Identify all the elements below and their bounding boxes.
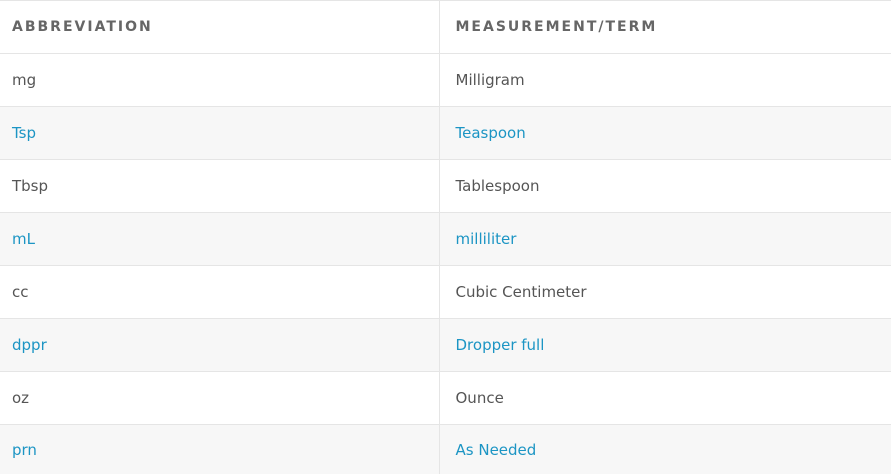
column-header-abbreviation: ABBREVIATION	[0, 0, 439, 54]
term-text: Teaspoon	[455, 124, 526, 142]
term-cell: Tablespoon	[438, 159, 891, 213]
abbreviation-cell: cc	[0, 265, 439, 319]
term-text: milliliter	[455, 230, 517, 248]
term-text: Dropper full	[455, 336, 545, 354]
abbreviation-text: cc	[12, 283, 29, 301]
term-cell: Ounce	[438, 371, 891, 425]
abbreviation-text: mL	[12, 230, 35, 248]
abbreviation-cell: Tsp	[0, 106, 439, 160]
table-row: dppr Dropper full	[0, 318, 891, 372]
abbreviation-cell: oz	[0, 371, 439, 425]
term-cell: milliliter	[438, 212, 891, 266]
table-header-row: ABBREVIATION MEASUREMENT/TERM	[0, 0, 891, 54]
table-row: prn As Needed	[0, 424, 891, 474]
abbreviation-cell: Tbsp	[0, 159, 439, 213]
table-row: mL milliliter	[0, 212, 891, 266]
abbreviation-cell: dppr	[0, 318, 439, 372]
term-text: Ounce	[455, 389, 504, 407]
abbreviation-text: Tsp	[12, 124, 37, 142]
column-header-measurement-term: MEASUREMENT/TERM	[438, 0, 891, 54]
term-text: Cubic Centimeter	[455, 283, 587, 301]
abbreviation-cell: mg	[0, 53, 439, 107]
abbreviation-text: prn	[12, 440, 37, 459]
term-text: Tablespoon	[455, 177, 540, 195]
abbreviation-table: ABBREVIATION MEASUREMENT/TERM mg Milligr…	[0, 0, 891, 474]
table-row: Tsp Teaspoon	[0, 106, 891, 160]
term-text: As Needed	[455, 440, 537, 459]
table-row: Tbsp Tablespoon	[0, 159, 891, 213]
term-cell: Dropper full	[438, 318, 891, 372]
abbreviation-cell: prn	[0, 424, 439, 474]
abbreviation-text: mg	[12, 71, 37, 89]
abbreviation-text: dppr	[12, 336, 47, 354]
abbreviation-text: oz	[12, 389, 30, 407]
term-cell: Teaspoon	[438, 106, 891, 160]
term-cell: Cubic Centimeter	[438, 265, 891, 319]
table-row: oz Ounce	[0, 371, 891, 425]
table-row: mg Milligram	[0, 53, 891, 107]
abbreviation-text: Tbsp	[12, 177, 49, 195]
table-row: cc Cubic Centimeter	[0, 265, 891, 319]
term-text: Milligram	[455, 71, 525, 89]
abbreviation-cell: mL	[0, 212, 439, 266]
term-cell: Milligram	[438, 53, 891, 107]
term-cell: As Needed	[438, 424, 891, 474]
